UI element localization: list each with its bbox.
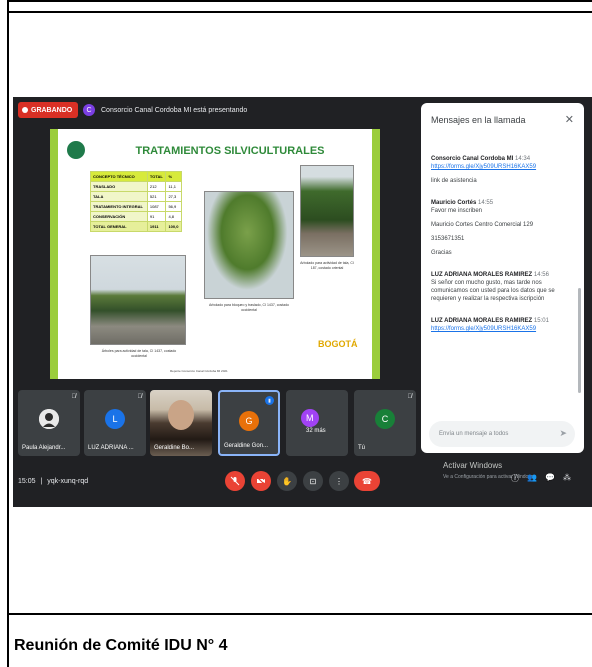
speaking-indicator-icon: ▮ <box>265 396 274 405</box>
trees-photo-3 <box>300 165 354 257</box>
more-avatars: M <box>300 409 319 427</box>
mic-off-icon: 🎙̸ <box>71 394 77 400</box>
meeting-code: yqk-xunq-rqd <box>47 478 89 485</box>
mic-off-icon: 🎙̸ <box>407 394 413 400</box>
recording-badge: GRABANDO <box>18 102 79 118</box>
presentation-slide: TRATAMIENTOS SILVICULTURALES CONCEPTO TÉ… <box>50 129 380 379</box>
info-icon[interactable]: ⓘ <box>511 473 519 484</box>
chat-input-placeholder: Envía un mensaje a todos <box>439 431 509 437</box>
table-border-row1 <box>7 11 592 13</box>
more-participants-tile[interactable]: M 32 más <box>286 390 348 456</box>
participant-name: Tú <box>358 445 366 451</box>
hang-up-icon[interactable]: ☎ <box>354 471 380 491</box>
participant-name: Geraldine Gon... <box>224 443 269 449</box>
meeting-time-and-code: 15:05 | yqk-xunq-rqd <box>18 478 89 485</box>
participant-name: Paula Alejandr... <box>22 445 66 451</box>
table-row: TRATAMIENTO INTEGRAL 1087 56,9 <box>90 201 182 212</box>
participant-tile[interactable]: 🎙̸ L LUZ ADRIANA ... <box>84 390 146 456</box>
presenter-avatar: C <box>83 104 95 116</box>
table-row: CONSERVACIÓN 91 4,8 <box>90 211 182 222</box>
table-row: TALA 521 27,3 <box>90 191 182 202</box>
activities-icon[interactable]: ⁂ <box>563 473 571 484</box>
table-row-total: TOTAL GENERAL 1911 100,0 <box>90 221 182 232</box>
participant-avatar: L <box>105 409 125 429</box>
slide-footer: Reporte Consorcio Canal Córdoba MI 2021 <box>170 369 228 373</box>
chat-messages: Consorcio Canal Cordoba MI 14:34 https:/… <box>431 155 571 342</box>
chat-message: Consorcio Canal Cordoba MI 14:34 https:/… <box>431 155 571 185</box>
document-caption: Reunión de Comité IDU N° 4 <box>14 637 228 654</box>
slide-logo-circle <box>67 141 85 159</box>
table-header-total: TOTAL <box>146 171 167 182</box>
slide-data-table: CONCEPTO TÉCNICO TOTAL % TRASLADO 212 11… <box>90 171 182 232</box>
more-options-icon[interactable]: ⋮ <box>329 471 349 491</box>
participant-name: LUZ ADRIANA ... <box>88 445 134 451</box>
chat-message: LUZ ADRIANA MORALES RAMIREZ 14:56 Si señ… <box>431 272 555 302</box>
table-header-concept: CONCEPTO TÉCNICO <box>90 171 148 182</box>
recording-label: GRABANDO <box>31 106 73 114</box>
people-icon[interactable]: 👥 <box>527 473 537 484</box>
chat-link[interactable]: https://forms.gle/Xjy509URSH16KAX59 <box>431 325 571 333</box>
present-screen-icon[interactable]: ⊡ <box>303 471 323 491</box>
bogota-logo: BOGOTÁ <box>318 339 358 349</box>
participant-video-tile[interactable]: Geraldine Bo... <box>150 390 212 456</box>
participant-avatar: G <box>239 411 259 431</box>
more-count: 32 más <box>306 428 326 434</box>
participant-name: Geraldine Bo... <box>154 445 195 451</box>
table-border-top <box>7 0 592 2</box>
self-tile[interactable]: 🎙̸ C Tú <box>354 390 416 456</box>
chat-message-input[interactable]: Envía un mensaje a todos ➤ <box>429 421 575 447</box>
mic-off-icon: 🎙̸ <box>137 394 143 400</box>
table-header-pct: % <box>165 171 182 182</box>
slide-right-band <box>372 129 380 379</box>
slide-title: TRATAMIENTOS SILVICULTURALES <box>135 145 325 157</box>
presenting-bar: C Consorcio Canal Cordoba MI está presen… <box>83 102 247 118</box>
meeting-time: 15:05 <box>18 478 36 485</box>
slide-left-band <box>50 129 58 379</box>
chat-link[interactable]: https://forms.gle/Xjy509URSH16KAX59 <box>431 163 571 171</box>
meet-side-icons: ⓘ 👥 💬 ⁂ <box>511 473 571 484</box>
participant-tile-speaking[interactable]: ▮ G Geraldine Gon... <box>218 390 280 456</box>
photo-caption-1: Árboles para actividad de tala, CI 1437,… <box>101 349 177 358</box>
trees-photo-2 <box>204 191 294 299</box>
photo-caption-2: Arbolado para bloqueo y traslado, CI 143… <box>209 303 289 312</box>
raise-hand-icon[interactable]: ✋ <box>277 471 297 491</box>
windows-activation-title: Activar Windows <box>443 461 503 470</box>
chat-scrollbar[interactable] <box>578 288 581 393</box>
chat-icon[interactable]: 💬 <box>545 473 555 484</box>
meet-screenshot: GRABANDO C Consorcio Canal Cordoba MI es… <box>13 97 592 507</box>
record-dot-icon <box>22 107 28 113</box>
chat-message: Mauricio Cortés 14:55 Favor me inscriben… <box>431 200 534 256</box>
table-border-row2 <box>7 613 592 615</box>
trees-photo-1 <box>90 255 186 345</box>
participant-tile[interactable]: 🎙̸ Paula Alejandr... <box>18 390 80 456</box>
chat-title: Mensajes en la llamada <box>431 115 526 125</box>
close-icon[interactable]: ✕ <box>565 113 574 126</box>
chat-message: LUZ ADRIANA MORALES RAMIREZ 15:01 https:… <box>431 317 571 333</box>
camera-off-icon[interactable] <box>251 471 271 491</box>
mic-off-icon[interactable] <box>225 471 245 491</box>
table-row: TRASLADO 212 11,1 <box>90 181 182 192</box>
presenting-text: Consorcio Canal Cordoba MI está presenta… <box>101 106 248 114</box>
participant-avatar: C <box>375 409 395 429</box>
chat-panel: Mensajes en la llamada ✕ Consorcio Canal… <box>421 103 584 453</box>
send-icon[interactable]: ➤ <box>559 428 567 439</box>
photo-caption-3: Arbolado para actividad de tala, CI 187,… <box>300 261 354 270</box>
participant-face <box>168 400 194 430</box>
participant-avatar <box>39 409 59 429</box>
